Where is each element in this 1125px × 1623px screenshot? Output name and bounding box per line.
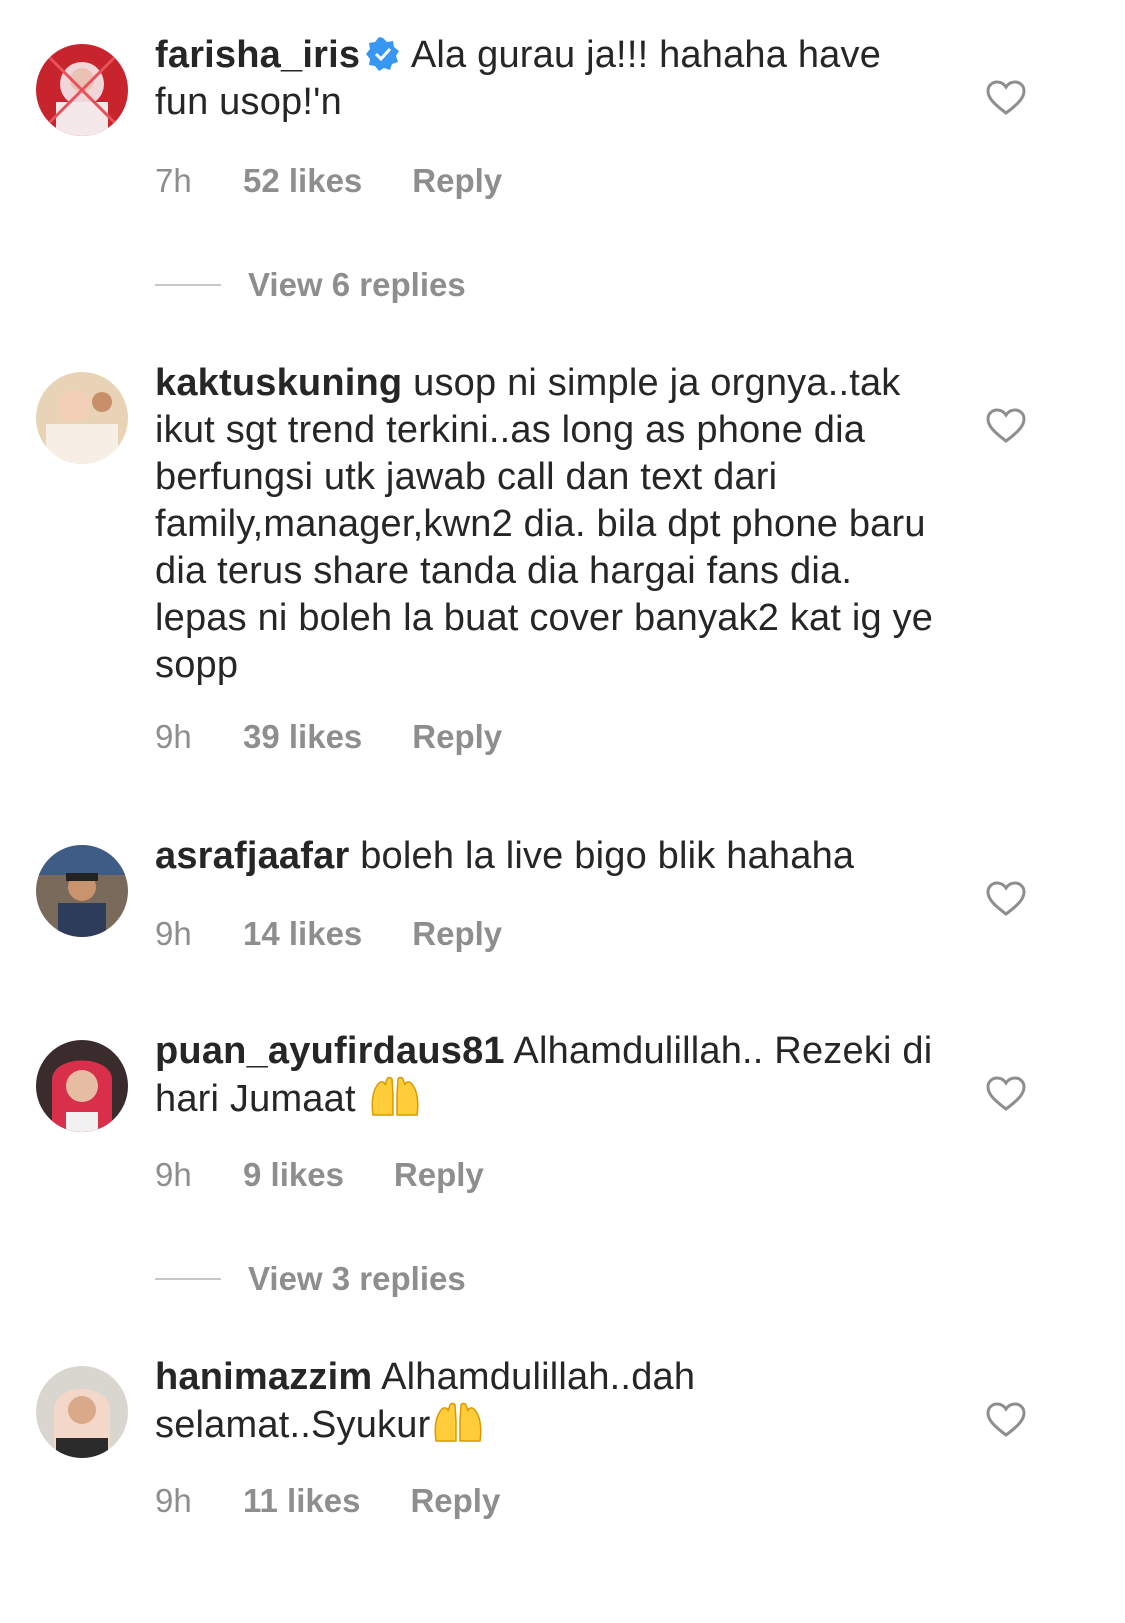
reply-button[interactable]: Reply	[412, 915, 502, 953]
comment-meta: 9h 9 likes Reply	[155, 1156, 484, 1194]
heart-outline-icon[interactable]	[986, 881, 1026, 917]
heart-outline-icon[interactable]	[986, 80, 1026, 116]
likes-count[interactable]: 9 likes	[243, 1156, 344, 1194]
heart-outline-icon[interactable]	[986, 1402, 1026, 1438]
username[interactable]: farisha_iris	[155, 34, 360, 76]
comment-text: hanimazzim Alhamdulillah..dah selamat..S…	[155, 1354, 945, 1449]
username[interactable]: hanimazzim	[155, 1356, 372, 1398]
timestamp: 9h	[155, 718, 192, 755]
username[interactable]: kaktuskuning	[155, 362, 402, 404]
username[interactable]: asrafjaafar	[155, 835, 349, 877]
reply-button[interactable]: Reply	[394, 1156, 484, 1194]
view-replies-label[interactable]: View 3 replies	[248, 1260, 466, 1298]
avatar[interactable]	[36, 1366, 128, 1458]
divider	[155, 284, 221, 286]
view-replies-label[interactable]: View 6 replies	[248, 266, 466, 304]
comment-meta: 9h 11 likes Reply	[155, 1482, 500, 1520]
divider	[155, 1278, 221, 1280]
avatar[interactable]	[36, 44, 128, 136]
reply-button[interactable]: Reply	[412, 162, 502, 200]
comment-meta: 9h 14 likes Reply	[155, 915, 502, 953]
view-replies-button[interactable]: View 3 replies	[155, 1260, 655, 1300]
timestamp: 9h	[155, 915, 192, 952]
raising-hands-emoji	[367, 1075, 423, 1119]
reply-button[interactable]: Reply	[410, 1482, 500, 1520]
comment-body: boleh la live bigo blik hahaha	[360, 835, 855, 877]
view-replies-button[interactable]: View 6 replies	[155, 266, 655, 306]
comment-text: farisha_iris Ala gurau ja!!! hahaha have…	[155, 32, 945, 126]
likes-count[interactable]: 14 likes	[243, 915, 362, 953]
likes-count[interactable]: 39 likes	[243, 718, 362, 756]
likes-count[interactable]: 52 likes	[243, 162, 362, 200]
comment-meta: 9h 39 likes Reply	[155, 718, 502, 756]
avatar[interactable]	[36, 845, 128, 937]
comment-meta: 7h 52 likes Reply	[155, 162, 502, 200]
verified-badge-icon	[366, 36, 400, 71]
comment-body: usop ni simple ja orgnya..tak ikut sgt t…	[155, 362, 934, 686]
timestamp: 9h	[155, 1482, 192, 1519]
comment-text: asrafjaafar boleh la live bigo blik haha…	[155, 833, 945, 880]
comment-text: puan_ayufirdaus81 Alhamdulillah.. Rezeki…	[155, 1028, 945, 1123]
username[interactable]: puan_ayufirdaus81	[155, 1030, 505, 1072]
timestamp: 9h	[155, 1156, 192, 1193]
reply-button[interactable]: Reply	[412, 718, 502, 756]
comment-text: kaktuskuning usop ni simple ja orgnya..t…	[155, 360, 945, 689]
heart-outline-icon[interactable]	[986, 1076, 1026, 1112]
likes-count[interactable]: 11 likes	[243, 1482, 360, 1520]
heart-outline-icon[interactable]	[986, 408, 1026, 444]
avatar[interactable]	[36, 372, 128, 464]
raising-hands-emoji	[430, 1401, 486, 1445]
avatar[interactable]	[36, 1040, 128, 1132]
timestamp: 7h	[155, 162, 192, 199]
